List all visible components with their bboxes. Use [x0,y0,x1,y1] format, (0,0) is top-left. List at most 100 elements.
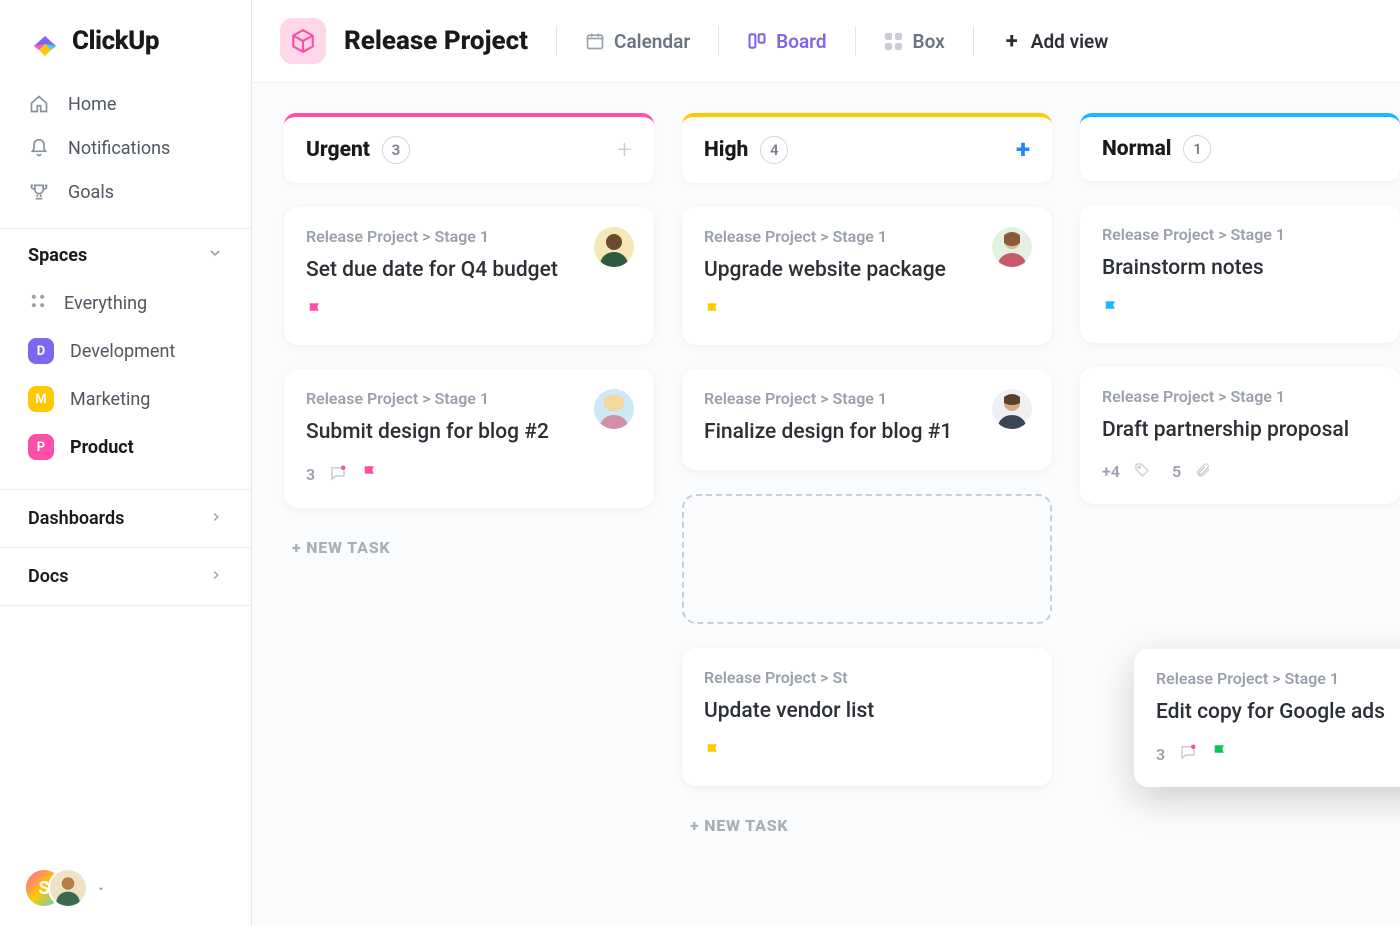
nav-list: Home Notifications Goals [0,80,251,228]
view-box-label: Box [913,30,945,53]
space-badge: D [28,338,54,364]
breadcrumb: Release Project > Stage 1 [704,227,1030,246]
breadcrumb: Release Project > Stage 1 [1102,387,1378,406]
space-everything-label: Everything [64,293,147,314]
assignee-avatar[interactable] [992,227,1032,267]
card-title: Draft partnership proposal [1102,416,1378,445]
home-icon [28,93,50,115]
divider [556,26,557,56]
column-title: High [704,138,748,162]
column-title: Urgent [306,138,370,162]
card-title: Set due date for Q4 budget [306,256,632,285]
column-header: Normal 1 [1080,113,1400,181]
view-board-label: Board [776,30,826,53]
view-board[interactable]: Board [737,24,836,59]
assignee-avatar[interactable] [594,227,634,267]
user-avatar-photo [48,868,88,908]
space-development[interactable]: D Development [0,327,251,375]
spaces-header[interactable]: Spaces [0,228,251,280]
card-title: Update vendor list [704,697,1030,726]
card-title: Submit design for blog #2 [306,418,632,447]
main: Release Project Calendar Board [252,0,1400,926]
task-card[interactable]: Release Project > Stage 1 Submit design … [284,369,654,507]
divider [718,26,719,56]
comments-count[interactable]: 3 [1156,745,1165,764]
dashboards-section[interactable]: Dashboards [0,489,251,547]
column-urgent: Urgent 3 + Release Project > Stage 1 Set… [284,113,654,896]
add-view[interactable]: + Add view [992,24,1119,59]
nav-goals-label: Goals [68,182,114,203]
view-calendar-label: Calendar [614,30,690,53]
card-title: Brainstorm notes [1102,254,1378,283]
board-area: Urgent 3 + Release Project > Stage 1 Set… [252,83,1400,926]
avatar-stack: S [24,868,80,908]
space-marketing[interactable]: M Marketing [0,375,251,423]
space-badge: P [28,434,54,460]
flag-icon[interactable] [361,464,379,486]
breadcrumb: Release Project > Stage 1 [704,389,1030,408]
breadcrumb: Release Project > Stage 1 [1102,225,1378,244]
spaces-header-label: Spaces [28,245,87,266]
new-task-button[interactable]: + NEW TASK [284,532,654,563]
brand[interactable]: ClickUp [0,0,251,80]
chevron-right-icon [209,566,223,587]
nav-notifications[interactable]: Notifications [0,126,251,170]
new-task-button[interactable]: + NEW TASK [682,810,1052,841]
view-box[interactable]: Box [874,24,955,59]
add-card-button[interactable]: + [617,135,632,165]
space-everything[interactable]: Everything [0,280,251,327]
comment-icon[interactable] [329,464,347,486]
chevron-down-icon [207,245,223,266]
dragging-card[interactable]: Release Project > Stage 1 Edit copy for … [1134,649,1400,787]
breadcrumb: Release Project > Stage 1 [306,227,632,246]
space-product[interactable]: P Product [0,423,251,471]
card-title: Finalize design for blog #1 [704,418,1030,447]
column-header: Urgent 3 + [284,113,654,183]
comments-count[interactable]: 3 [306,465,315,484]
flag-icon[interactable] [704,742,722,764]
grid-dots-icon [28,291,48,316]
space-label: Marketing [70,389,150,410]
docs-section[interactable]: Docs [0,547,251,606]
flag-icon[interactable] [1102,299,1120,321]
column-count: 1 [1183,135,1211,163]
docs-label: Docs [28,566,69,587]
column-count: 4 [760,136,788,164]
tags-count[interactable]: +4 [1102,462,1120,481]
board-icon [747,31,767,51]
task-card[interactable]: Release Project > Stage 1 Finalize desig… [682,369,1052,469]
box-grid-icon [884,31,904,51]
dashboards-label: Dashboards [28,508,124,529]
view-calendar[interactable]: Calendar [575,24,700,59]
paperclip-icon [1195,462,1211,482]
flag-icon[interactable] [306,301,324,323]
caret-down-icon [96,879,106,898]
nav-home-label: Home [68,94,116,115]
task-card[interactable]: Release Project > Stage 1 Upgrade websit… [682,207,1052,345]
task-card[interactable]: Release Project > Stage 1 Brainstorm not… [1080,205,1400,343]
calendar-icon [585,31,605,51]
flag-icon[interactable] [704,301,722,323]
drop-zone[interactable] [682,494,1052,624]
task-card[interactable]: Release Project > Stage 1 Draft partners… [1080,367,1400,503]
column-high: High 4 + Release Project > Stage 1 Upgra… [682,113,1052,896]
nav-goals[interactable]: Goals [0,170,251,214]
tag-icon [1134,462,1150,482]
breadcrumb: Release Project > Stage 1 [306,389,632,408]
nav-home[interactable]: Home [0,82,251,126]
task-card[interactable]: Release Project > Stage 1 Set due date f… [284,207,654,345]
column-header: High 4 + [682,113,1052,183]
card-title: Edit copy for Google ads [1156,698,1400,727]
user-menu[interactable]: S [0,850,251,926]
attachments-count[interactable]: 5 [1172,462,1181,481]
chevron-right-icon [209,508,223,529]
space-label: Product [70,437,134,458]
spaces-list: Everything D Development M Marketing P P… [0,280,251,489]
comment-icon[interactable] [1179,743,1197,765]
space-badge: M [28,386,54,412]
column-count: 3 [382,136,410,164]
add-card-button[interactable]: + [1016,135,1030,165]
topbar: Release Project Calendar Board [252,0,1400,83]
flag-icon[interactable] [1211,743,1229,765]
task-card[interactable]: Release Project > St Update vendor list [682,648,1052,786]
